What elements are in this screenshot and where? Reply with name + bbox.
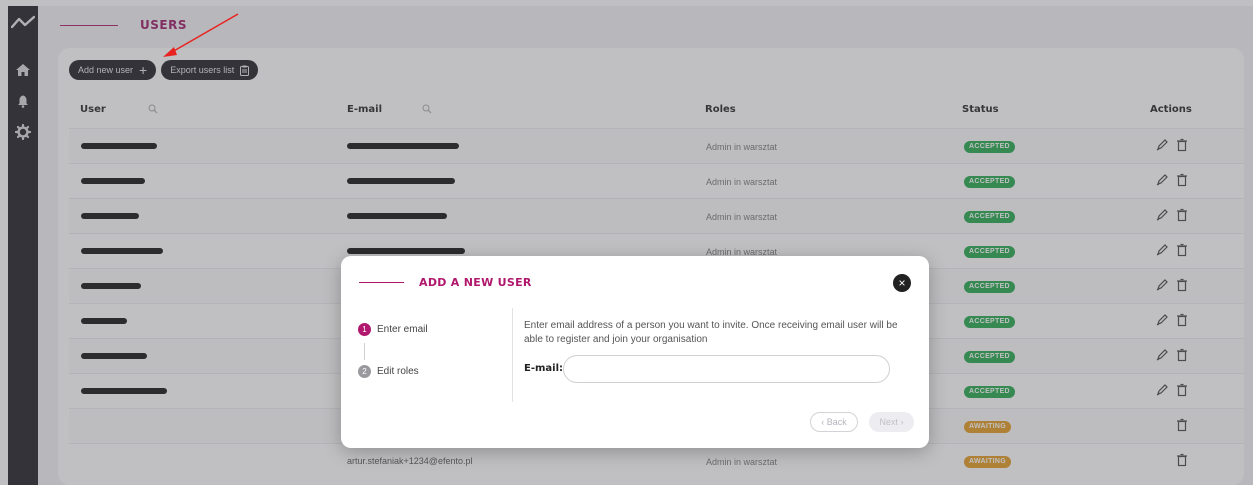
step-enter-email: 1 Enter email: [358, 323, 428, 336]
modal-title: ADD A NEW USER: [419, 276, 532, 289]
next-button[interactable]: Next ›: [869, 412, 914, 432]
step-number: 2: [358, 365, 371, 378]
email-field[interactable]: [563, 355, 890, 383]
step-edit-roles: 2 Edit roles: [358, 365, 419, 378]
modal-divider: [512, 308, 513, 402]
add-user-modal: ADD A NEW USER × 1 Enter email 2 Edit ro…: [341, 256, 929, 448]
modal-accent-line: [359, 282, 404, 283]
step-number: 1: [358, 323, 371, 336]
modal-description: Enter email address of a person you want…: [524, 320, 898, 345]
step-connector: [364, 343, 365, 360]
close-icon[interactable]: ×: [893, 274, 911, 292]
step-label: Enter email: [377, 324, 428, 335]
email-label: E-mail:: [524, 363, 564, 374]
back-button[interactable]: ‹ Back: [810, 412, 858, 432]
step-label: Edit roles: [377, 366, 419, 377]
